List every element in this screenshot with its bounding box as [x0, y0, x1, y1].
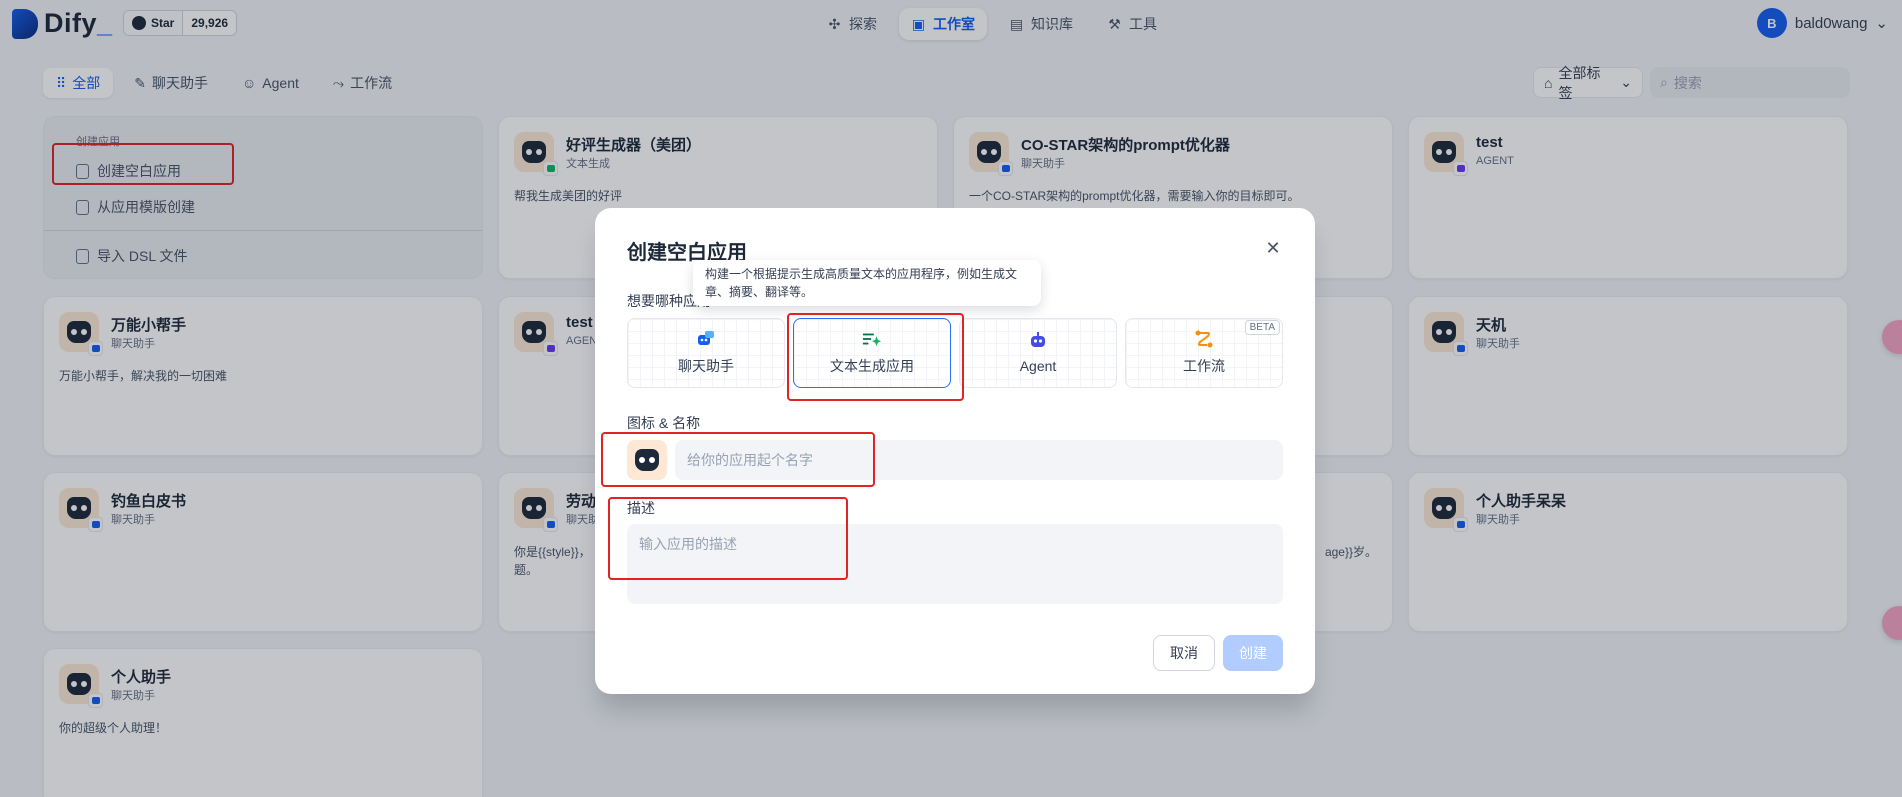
type-option-label: Agent	[1019, 358, 1057, 374]
icon-name-label: 图标 & 名称	[627, 415, 701, 431]
chat-bot-icon	[696, 330, 716, 348]
annotation-box	[787, 313, 964, 401]
close-icon[interactable]: ✕	[1263, 238, 1283, 258]
annotation-box	[608, 497, 848, 580]
type-description-tooltip: 构建一个根据提示生成高质量文本的应用程序，例如生成文章、摘要、翻译等。	[693, 260, 1041, 306]
annotation-box	[601, 432, 875, 487]
type-option-chat[interactable]: 聊天助手	[627, 318, 785, 388]
type-option-agent[interactable]: Agent	[959, 318, 1117, 388]
type-option-label: 工作流	[1183, 358, 1225, 374]
create-button[interactable]: 创建	[1223, 635, 1283, 671]
agent-robot-icon	[1028, 332, 1048, 350]
workflow-icon	[1194, 330, 1214, 348]
type-option-label: 聊天助手	[678, 358, 734, 374]
cancel-button[interactable]: 取消	[1153, 635, 1215, 671]
beta-badge: BETA	[1244, 320, 1280, 335]
type-option-workflow[interactable]: BETA 工作流	[1125, 318, 1283, 388]
